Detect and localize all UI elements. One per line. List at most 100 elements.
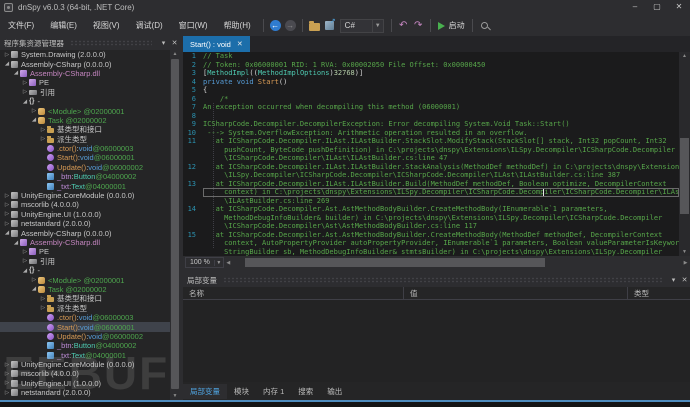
panel-menu-button[interactable]: ▾ xyxy=(158,39,169,47)
menu-view[interactable]: 视图(V) xyxy=(85,17,128,35)
editor-horizontal-scrollbar[interactable] xyxy=(235,257,679,268)
tree-item[interactable]: ◢{} - xyxy=(0,266,170,275)
menu-window[interactable]: 窗口(W) xyxy=(171,17,216,35)
language-select[interactable]: C# ▼ xyxy=(339,18,384,33)
tree-scrollbar-thumb[interactable] xyxy=(171,59,179,389)
column-name[interactable]: 名称 xyxy=(183,287,404,299)
tree-item[interactable]: ▷ mscorlib (4.0.0.0) xyxy=(0,200,170,209)
collapsed-arrow-icon[interactable]: ▷ xyxy=(3,390,11,396)
scroll-left-icon[interactable]: ◀ xyxy=(224,260,233,266)
tool-tab-搜索[interactable]: 搜索 xyxy=(291,384,320,399)
expanded-arrow-icon[interactable]: ◢ xyxy=(30,117,38,123)
tree-item[interactable]: ▷ 引用 xyxy=(0,88,170,97)
tree-item[interactable]: ▷ UnityEngine.CoreModule (0.0.0.0) xyxy=(0,360,170,369)
expanded-arrow-icon[interactable]: ◢ xyxy=(12,240,20,246)
redo-button[interactable]: ↷ xyxy=(411,18,426,33)
tree-item[interactable]: ◢ Assembly-CSharp (0.0.0.0) xyxy=(0,228,170,238)
tree-item[interactable]: _btn : Button @04000002 xyxy=(0,172,170,181)
tree-item[interactable]: ▷ System.Drawing (2.0.0.0) xyxy=(0,50,170,59)
reload-assemblies-button[interactable] xyxy=(322,17,337,33)
tree-item[interactable]: Update() : void @06000002 xyxy=(0,163,170,172)
tool-tab-内存 1[interactable]: 内存 1 xyxy=(256,384,291,399)
tree-item[interactable]: ▷ UnityEngine.CoreModule (0.0.0.0) xyxy=(0,191,170,200)
close-button[interactable]: ✕ xyxy=(672,1,686,13)
collapsed-arrow-icon[interactable]: ▷ xyxy=(3,362,11,368)
tree-item[interactable]: ◢ Assembly-CSharp.dll xyxy=(0,238,170,247)
search-assemblies-button[interactable] xyxy=(477,18,492,33)
tree-item[interactable]: ▷ netstandard (2.0.0.0) xyxy=(0,219,170,228)
column-value[interactable]: 值 xyxy=(404,287,628,299)
tree-item[interactable]: ▷ mscorlib (4.0.0.0) xyxy=(0,369,170,378)
tree-item[interactable]: _btn : Button @04000002 xyxy=(0,341,170,350)
scroll-up-icon[interactable]: ▲ xyxy=(679,52,690,60)
panel-close-button[interactable]: ✕ xyxy=(169,39,180,47)
locals-header[interactable]: 局部变量 ▾ ✕ xyxy=(183,273,690,287)
menu-help[interactable]: 帮助(H) xyxy=(216,17,259,35)
title-bar[interactable]: dnSpy v6.0.3 (64-bit, .NET Core) – ▢ ✕ xyxy=(0,0,690,15)
editor-vertical-scrollbar[interactable]: ▲ ▼ xyxy=(679,52,690,256)
tree-item[interactable]: ▷ PE xyxy=(0,247,170,256)
tree-item[interactable]: ▷ UnityEngine.UI (1.0.0.0) xyxy=(0,210,170,219)
tree-item[interactable]: ▷ 派生类型 xyxy=(0,304,170,313)
tool-tab-局部变量[interactable]: 局部变量 xyxy=(183,384,227,399)
tree-item[interactable]: ◢{} - xyxy=(0,97,170,106)
tool-tab-模块[interactable]: 模块 xyxy=(227,384,256,399)
scroll-up-icon[interactable]: ▲ xyxy=(170,50,180,58)
tree-item[interactable]: .ctor() : void @06000003 xyxy=(0,144,170,153)
tree-item[interactable]: ▷ UnityEngine.UI (1.0.0.0) xyxy=(0,379,170,388)
collapsed-arrow-icon[interactable]: ▷ xyxy=(21,80,29,86)
tree-item[interactable]: _txt : Text @04000001 xyxy=(0,351,170,360)
tab-start-void[interactable]: Start() : void ✕ xyxy=(183,36,250,52)
tab-close-icon[interactable]: ✕ xyxy=(237,40,243,48)
undo-button[interactable]: ↶ xyxy=(396,18,411,33)
tree-item[interactable]: ◢ Assembly-CSharp (0.0.0.0) xyxy=(0,59,170,69)
open-file-button[interactable] xyxy=(307,18,322,33)
tree-item[interactable]: ▷ netstandard (2.0.0.0) xyxy=(0,388,170,397)
collapsed-arrow-icon[interactable]: ▷ xyxy=(3,371,11,377)
horizontal-scrollbar-thumb[interactable] xyxy=(244,258,545,267)
panel-close-button[interactable]: ✕ xyxy=(679,276,690,284)
collapsed-arrow-icon[interactable]: ▷ xyxy=(3,52,11,58)
collapsed-arrow-icon[interactable]: ▷ xyxy=(21,258,29,264)
code-editor[interactable]: 1 // Task 2 // Token: 0x06000001 RID: 1 RVA… xyxy=(183,52,690,256)
collapsed-arrow-icon[interactable]: ▷ xyxy=(39,127,47,133)
tree-scrollbar[interactable]: ▲ ▼ xyxy=(170,50,180,400)
start-debugging-button[interactable]: 启动 xyxy=(435,20,468,31)
expanded-arrow-icon[interactable]: ◢ xyxy=(21,268,29,274)
expanded-arrow-icon[interactable]: ◢ xyxy=(3,61,11,67)
locals-body[interactable] xyxy=(183,300,690,382)
collapsed-arrow-icon[interactable]: ▷ xyxy=(39,305,47,311)
tree-item[interactable]: Start() : void @06000001 xyxy=(0,153,170,162)
tool-tab-输出[interactable]: 输出 xyxy=(320,384,349,399)
collapsed-arrow-icon[interactable]: ▷ xyxy=(30,277,38,283)
tree-item[interactable]: ▷ 引用 xyxy=(0,257,170,266)
expanded-arrow-icon[interactable]: ◢ xyxy=(21,99,29,105)
tree-item[interactable]: ▷ <Module> @02000001 xyxy=(0,106,170,116)
menu-edit[interactable]: 编辑(E) xyxy=(42,17,85,35)
tree-item[interactable]: .ctor() : void @06000003 xyxy=(0,313,170,322)
collapsed-arrow-icon[interactable]: ▷ xyxy=(30,108,38,114)
collapsed-arrow-icon[interactable]: ▷ xyxy=(21,249,29,255)
collapsed-arrow-icon[interactable]: ▷ xyxy=(3,202,11,208)
scroll-down-icon[interactable]: ▼ xyxy=(170,392,180,400)
minimize-button[interactable]: – xyxy=(628,1,642,13)
tree-item[interactable]: _txt : Text @04000001 xyxy=(0,181,170,191)
tree-item[interactable]: ▷ PE xyxy=(0,78,170,87)
assembly-explorer-header[interactable]: 程序集资源管理器 ▾ ✕ xyxy=(0,36,180,50)
menu-file[interactable]: 文件(F) xyxy=(0,17,42,35)
assembly-tree[interactable]: ▷ System.Drawing (2.0.0.0) ◢ Assembly-CShar… xyxy=(0,50,170,400)
tree-item[interactable]: Start() : void @06000001 xyxy=(0,322,170,332)
scroll-right-icon[interactable]: ▶ xyxy=(681,260,690,266)
tree-item[interactable]: ▷ <Module> @02000001 xyxy=(0,275,170,285)
collapsed-arrow-icon[interactable]: ▷ xyxy=(39,136,47,142)
collapsed-arrow-icon[interactable]: ▷ xyxy=(21,89,29,95)
collapsed-arrow-icon[interactable]: ▷ xyxy=(3,380,11,386)
expanded-arrow-icon[interactable]: ◢ xyxy=(3,230,11,236)
collapsed-arrow-icon[interactable]: ▷ xyxy=(3,221,11,227)
tree-item[interactable]: Update() : void @06000002 xyxy=(0,332,170,341)
navigate-forward-button[interactable]: → xyxy=(283,18,298,33)
collapsed-arrow-icon[interactable]: ▷ xyxy=(3,211,11,217)
zoom-control[interactable]: 100 % ▼ xyxy=(185,257,224,268)
column-type[interactable]: 类型 xyxy=(628,287,690,299)
scroll-down-icon[interactable]: ▼ xyxy=(679,248,690,256)
